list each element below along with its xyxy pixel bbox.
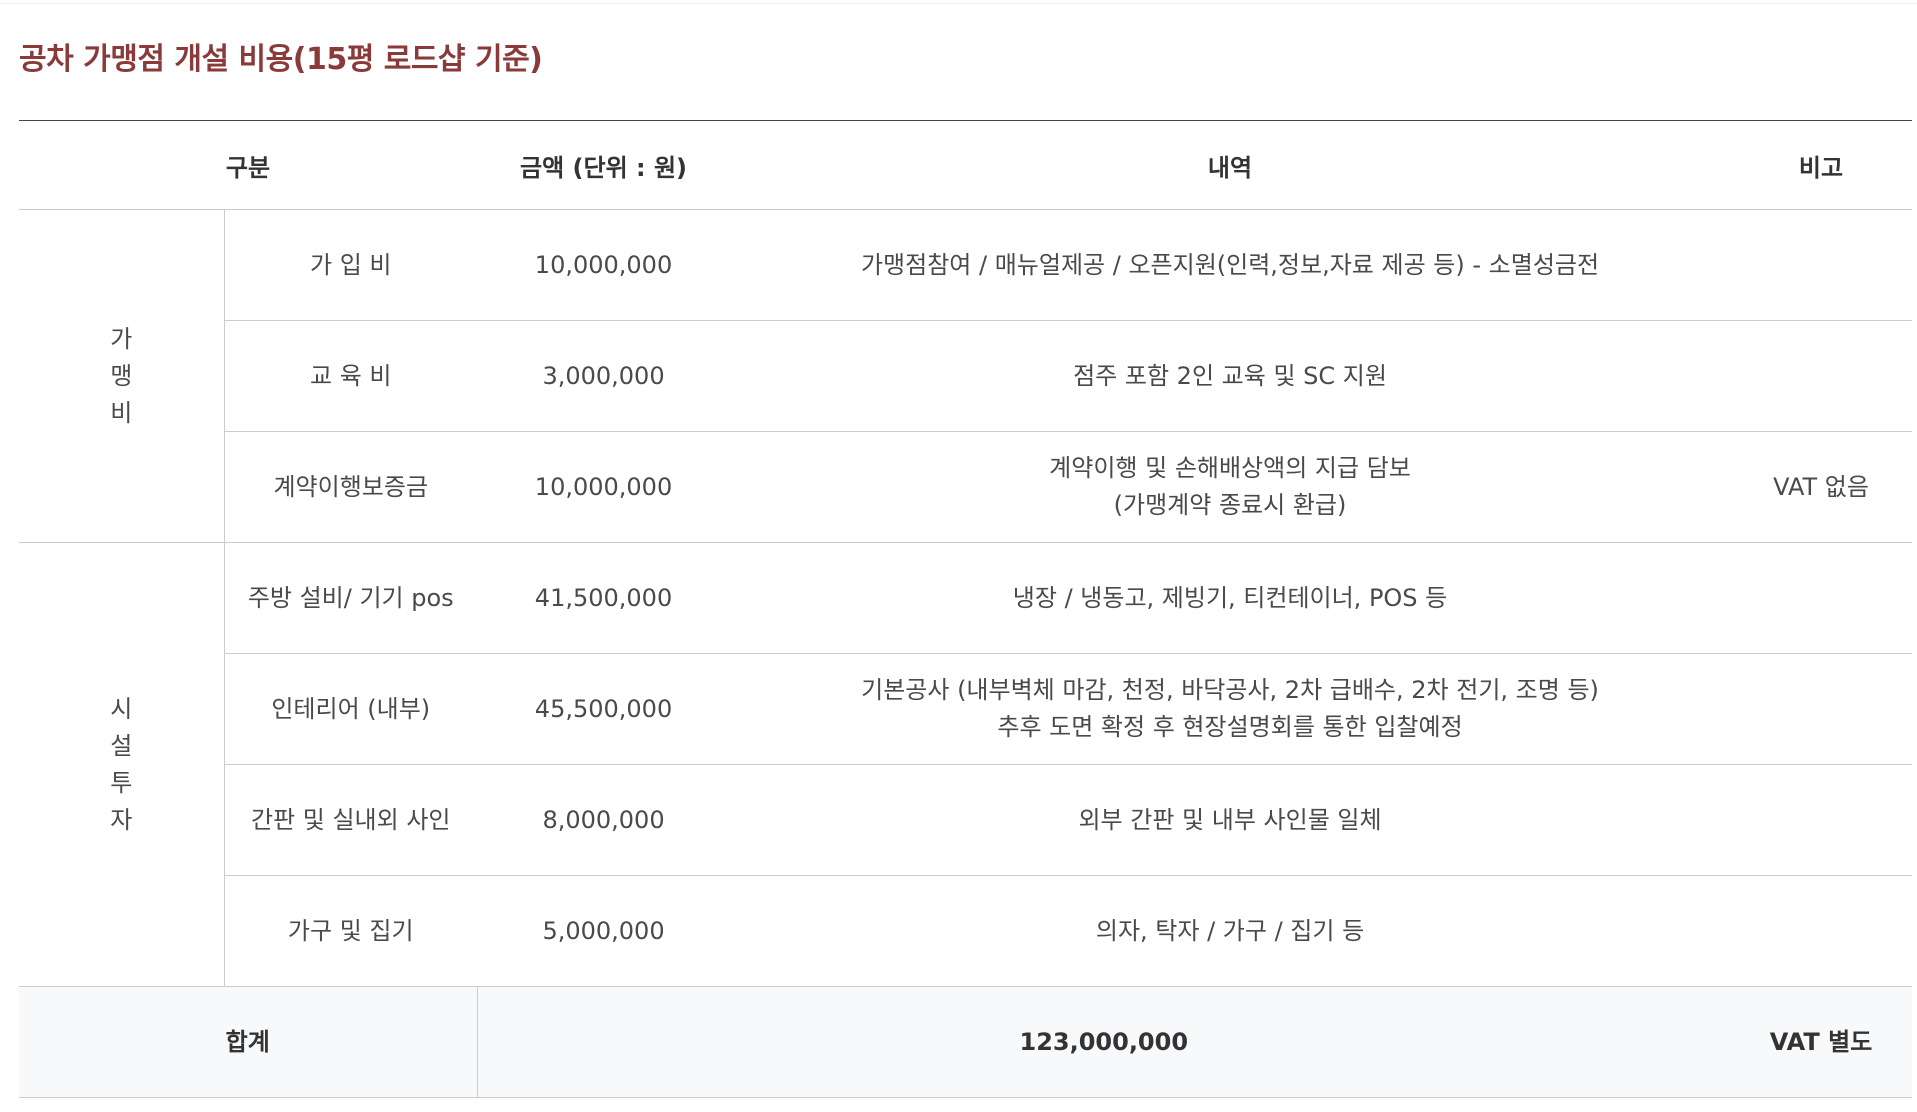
row-amount: 8,000,000 [477,764,731,876]
row-details: 점주 포함 2인 교육 및 SC 지원 [730,320,1731,432]
row-item: 가구 및 집기 [224,875,478,987]
total-row: 합계 123,000,000 VAT 별도 [19,986,1913,1098]
franchise-cost-table: 구분 금액 (단위 : 원) 내역 비고 가맹비 가 입 비 10,000,00… [19,120,1913,1098]
row-amount: 45,500,000 [477,653,731,765]
row-details: 가맹점참여 / 매뉴얼제공 / 오픈지원(인력,정보,자료 제공 등) - 소멸… [730,209,1731,321]
page-title: 공차 가맹점 개설 비용(15평 로드샵 기준) [19,42,543,77]
row-details: 기본공사 (내부벽체 마감, 천정, 바닥공사, 2차 급배수, 2차 전기, … [730,653,1731,765]
row-remarks [1730,209,1913,321]
row-amount: 3,000,000 [477,320,731,432]
details-line: 기본공사 (내부벽체 마감, 천정, 바닥공사, 2차 급배수, 2차 전기, … [861,676,1599,704]
header-details: 내역 [730,120,1731,210]
row-amount: 10,000,000 [477,209,731,321]
details-line: 점주 포함 2인 교육 및 SC 지원 [1073,361,1387,390]
row-amount: 41,500,000 [477,542,731,654]
group-label: 가맹비 [110,324,133,427]
row-item: 주방 설비/ 기기 pos [224,542,478,654]
table-row: 인테리어 (내부) 45,500,000 기본공사 (내부벽체 마감, 천정, … [19,653,1913,765]
table-row: 간판 및 실내외 사인 8,000,000 외부 간판 및 내부 사인물 일체 [19,764,1913,876]
row-item: 교 육 비 [224,320,478,432]
details-line: (가맹계약 종료시 환급) [1113,491,1347,519]
row-details: 계약이행 및 손해배상액의 지급 담보 (가맹계약 종료시 환급) [730,431,1731,543]
header-amount: 금액 (단위 : 원) [477,120,731,210]
table-row: 가맹비 가 입 비 10,000,000 가맹점참여 / 매뉴얼제공 / 오픈지… [19,209,1913,543]
row-details: 냉장 / 냉동고, 제빙기, 티컨테이너, POS 등 [730,542,1731,654]
row-amount: 5,000,000 [477,875,731,987]
total-amount: 123,000,000 [477,986,1731,1098]
group-label: 시설투자 [110,694,133,834]
row-remarks: VAT 없음 [1730,431,1913,543]
header-category: 구분 [19,120,478,210]
row-item: 간판 및 실내외 사인 [224,764,478,876]
table-row: 계약이행보증금 10,000,000 계약이행 및 손해배상액의 지급 담보 (… [19,431,1913,543]
details-line: 추후 도면 확정 후 현장설명회를 통한 입찰예정 [997,713,1463,741]
header-remarks: 비고 [1730,120,1913,210]
row-details: 외부 간판 및 내부 사인물 일체 [730,764,1731,876]
group-facility-investment: 시설투자 [19,542,225,987]
row-amount: 10,000,000 [477,431,731,543]
group-franchise-fee: 가맹비 [19,209,225,543]
details-line: 외부 간판 및 내부 사인물 일체 [1078,805,1382,834]
details-line: 의자, 탁자 / 가구 / 집기 등 [1095,916,1365,945]
top-divider [0,3,1917,4]
details-line: 냉장 / 냉동고, 제빙기, 티컨테이너, POS 등 [1012,583,1448,612]
details-line: 가맹점참여 / 매뉴얼제공 / 오픈지원(인력,정보,자료 제공 등) - 소멸… [860,250,1600,279]
details-line: 계약이행 및 손해배상액의 지급 담보 [1049,454,1411,482]
row-item: 가 입 비 [224,209,478,321]
row-item: 인테리어 (내부) [224,653,478,765]
table-header-row: 구분 금액 (단위 : 원) 내역 비고 [19,120,1913,210]
row-details: 의자, 탁자 / 가구 / 집기 등 [730,875,1731,987]
row-remarks [1730,875,1913,987]
total-remarks: VAT 별도 [1730,986,1913,1098]
row-remarks [1730,542,1913,654]
table-row: 교 육 비 3,000,000 점주 포함 2인 교육 및 SC 지원 [19,320,1913,432]
row-remarks [1730,653,1913,765]
row-remarks [1730,320,1913,432]
total-label: 합계 [19,986,478,1098]
row-remarks [1730,764,1913,876]
row-item: 계약이행보증금 [224,431,478,543]
table-row: 시설투자 주방 설비/ 기기 pos 41,500,000 냉장 / 냉동고, … [19,542,1913,987]
table-row: 가구 및 집기 5,000,000 의자, 탁자 / 가구 / 집기 등 [19,875,1913,987]
